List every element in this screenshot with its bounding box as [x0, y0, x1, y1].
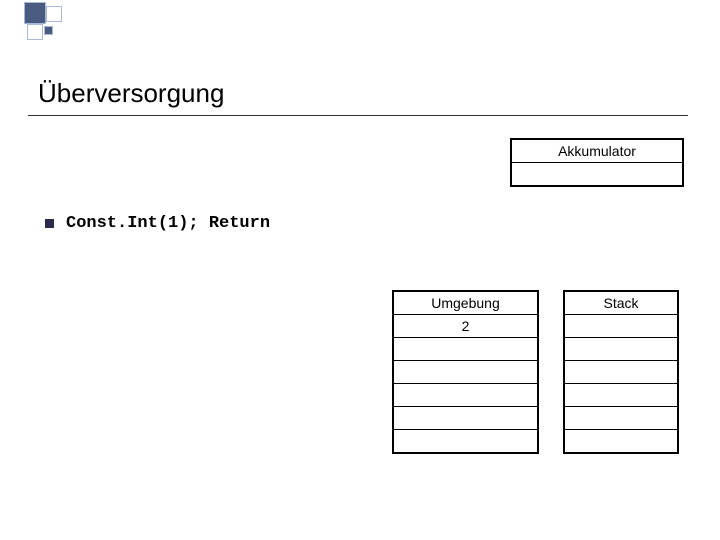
environment-header: Umgebung: [394, 292, 537, 315]
title-underline: [28, 115, 688, 116]
stack-row: [565, 430, 677, 452]
accumulator-label: Akkumulator: [512, 140, 682, 163]
stack-row: [565, 384, 677, 407]
stack-row: [565, 407, 677, 430]
env-row: [394, 430, 537, 452]
env-row: [394, 338, 537, 361]
accumulator-value: [512, 163, 682, 185]
code-text: Const.Int(1); Return: [66, 214, 270, 233]
env-row: 2: [394, 315, 537, 338]
slide-title: Überversorgung: [38, 78, 224, 109]
stack-table: Stack: [563, 290, 679, 454]
slide-decoration: [0, 0, 720, 50]
bullet-line: Const.Int(1); Return: [45, 214, 270, 233]
env-row: [394, 361, 537, 384]
tables-area: Umgebung 2 Stack: [392, 290, 679, 454]
stack-row: [565, 338, 677, 361]
env-row: [394, 384, 537, 407]
bullet-icon: [45, 219, 54, 228]
environment-table: Umgebung 2: [392, 290, 539, 454]
stack-row: [565, 315, 677, 338]
stack-row: [565, 361, 677, 384]
stack-header: Stack: [565, 292, 677, 315]
env-row: [394, 407, 537, 430]
accumulator-box: Akkumulator: [510, 138, 684, 187]
